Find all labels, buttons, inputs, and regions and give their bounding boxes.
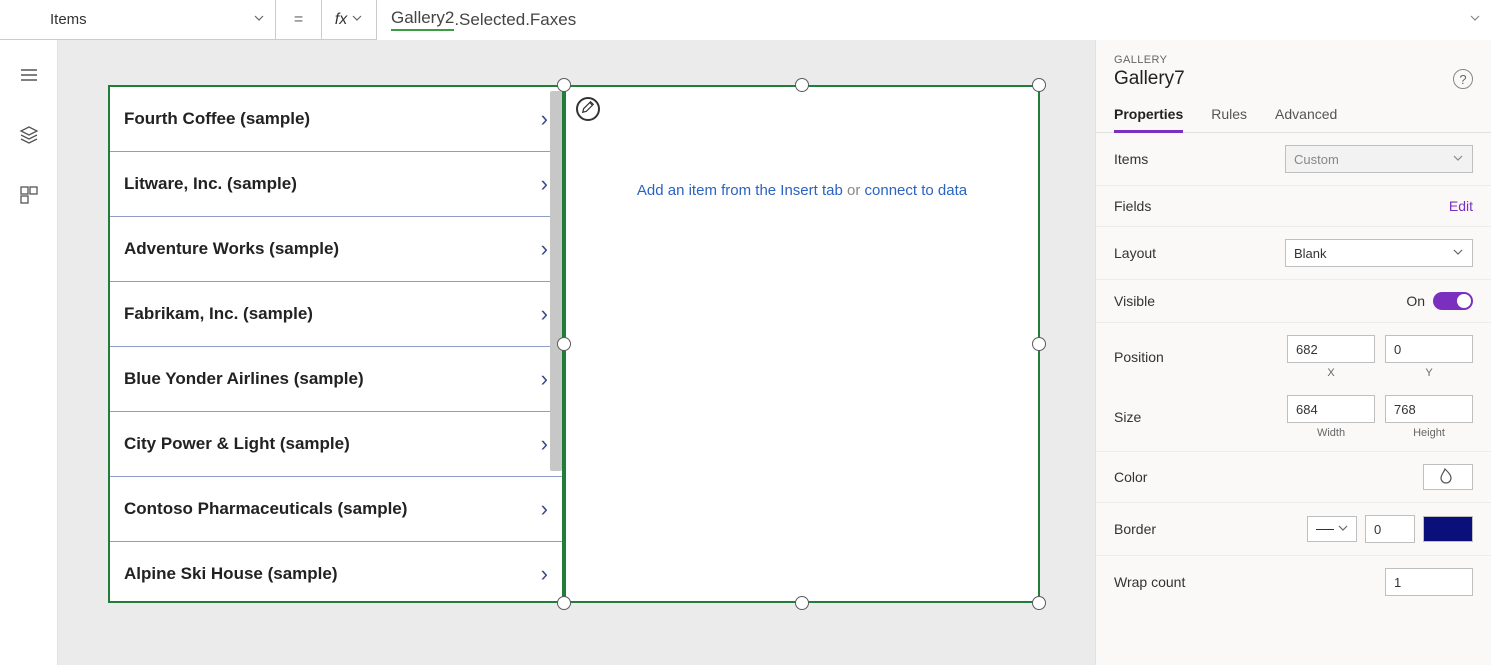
prop-wrap-row: Wrap count — [1096, 556, 1491, 608]
list-item[interactable]: Litware, Inc. (sample)› — [110, 152, 562, 217]
prop-layout-row: Layout Blank — [1096, 227, 1491, 280]
list-item[interactable]: Fourth Coffee (sample)› — [110, 87, 562, 152]
panel-section-label: GALLERY — [1096, 50, 1491, 66]
formula-input[interactable]: Gallery2.Selected.Faxes — [377, 0, 1491, 40]
chevron-right-icon: › — [541, 106, 548, 132]
selection-handle[interactable] — [557, 337, 571, 351]
main-area: Fourth Coffee (sample)› Litware, Inc. (s… — [0, 40, 1491, 665]
gallery7-selected[interactable]: Add an item from the Insert tab or conne… — [564, 85, 1040, 603]
canvas[interactable]: Fourth Coffee (sample)› Litware, Inc. (s… — [58, 40, 1095, 665]
prop-layout-label: Layout — [1114, 245, 1156, 261]
formula-token-rest: .Selected.Faxes — [454, 10, 576, 30]
left-rail — [0, 40, 58, 665]
pencil-icon — [581, 100, 595, 119]
property-selector-value: Items — [50, 11, 87, 28]
property-selector-dropdown[interactable]: Items — [36, 0, 276, 40]
selection-handle[interactable] — [1032, 596, 1046, 610]
list-item[interactable]: Adventure Works (sample)› — [110, 217, 562, 282]
help-icon[interactable]: ? — [1453, 69, 1473, 89]
hamburger-icon[interactable] — [16, 62, 42, 88]
prop-fields-row: Fields Edit — [1096, 186, 1491, 227]
chevron-right-icon: › — [541, 301, 548, 327]
border-color-swatch[interactable] — [1423, 516, 1473, 542]
prop-border-row: Border — [1096, 503, 1491, 556]
no-fill-icon — [1439, 467, 1457, 488]
list-item[interactable]: Alpine Ski House (sample)› — [110, 542, 562, 603]
prop-size-label: Size — [1114, 409, 1141, 425]
prop-color-row: Color — [1096, 452, 1491, 503]
fields-edit-link[interactable]: Edit — [1449, 198, 1473, 214]
chevron-down-icon[interactable] — [1469, 12, 1481, 27]
tab-advanced[interactable]: Advanced — [1275, 98, 1337, 132]
tab-properties[interactable]: Properties — [1114, 98, 1183, 132]
selection-handle[interactable] — [1032, 337, 1046, 351]
prop-items-row: Items Custom — [1096, 133, 1491, 186]
chevron-right-icon: › — [541, 171, 548, 197]
prop-visible-row: Visible On — [1096, 280, 1491, 323]
list-item[interactable]: Fabrikam, Inc. (sample)› — [110, 282, 562, 347]
position-y-input[interactable] — [1385, 335, 1473, 363]
layout-dropdown[interactable]: Blank — [1285, 239, 1473, 267]
prop-items-label: Items — [1114, 151, 1148, 167]
line-icon — [1316, 529, 1334, 530]
items-dropdown[interactable]: Custom — [1285, 145, 1473, 173]
chevron-down-icon — [1452, 152, 1464, 167]
properties-panel: GALLERY Gallery7 ? Properties Rules Adva… — [1095, 40, 1491, 665]
selection-handle[interactable] — [557, 78, 571, 92]
prop-visible-label: Visible — [1114, 293, 1155, 309]
equals-label: = — [276, 11, 321, 29]
chevron-right-icon: › — [541, 236, 548, 262]
chevron-down-icon — [1452, 246, 1464, 261]
prop-position-row: Position X Y — [1096, 323, 1491, 383]
border-width-input[interactable] — [1365, 515, 1415, 543]
scrollbar[interactable] — [550, 91, 562, 471]
edit-template-button[interactable] — [576, 97, 600, 121]
visible-toggle[interactable] — [1433, 292, 1473, 310]
list-item[interactable]: Blue Yonder Airlines (sample)› — [110, 347, 562, 412]
chevron-right-icon: › — [541, 431, 548, 457]
selection-handle[interactable] — [795, 596, 809, 610]
prop-size-row: Size Width Height — [1096, 383, 1491, 452]
size-width-input[interactable] — [1287, 395, 1375, 423]
position-x-input[interactable] — [1287, 335, 1375, 363]
chevron-right-icon: › — [541, 366, 548, 392]
prop-color-label: Color — [1114, 469, 1147, 485]
selection-handle[interactable] — [795, 78, 809, 92]
components-icon[interactable] — [16, 182, 42, 208]
connect-data-link[interactable]: connect to data — [865, 182, 968, 199]
canvas-content: Fourth Coffee (sample)› Litware, Inc. (s… — [108, 85, 1048, 605]
fx-button[interactable]: fx — [321, 0, 377, 40]
list-item[interactable]: Contoso Pharmaceuticals (sample)› — [110, 477, 562, 542]
list-item[interactable]: City Power & Light (sample)› — [110, 412, 562, 477]
formula-bar: Items = fx Gallery2.Selected.Faxes — [0, 0, 1491, 40]
formula-token-reference: Gallery2 — [391, 8, 454, 31]
chevron-down-icon — [253, 11, 265, 28]
chevron-down-icon — [351, 12, 363, 27]
border-style-dropdown[interactable] — [1307, 516, 1357, 542]
chevron-right-icon: › — [541, 496, 548, 522]
size-height-input[interactable] — [1385, 395, 1473, 423]
empty-gallery-hint: Add an item from the Insert tab or conne… — [637, 182, 967, 601]
panel-control-name: Gallery7 — [1114, 68, 1185, 90]
prop-border-label: Border — [1114, 521, 1156, 537]
prop-position-label: Position — [1114, 349, 1164, 365]
insert-item-link[interactable]: Add an item from the Insert tab — [637, 182, 843, 199]
selection-handle[interactable] — [1032, 78, 1046, 92]
panel-tabs: Properties Rules Advanced — [1096, 98, 1491, 133]
visible-state-text: On — [1406, 293, 1425, 309]
prop-wrap-label: Wrap count — [1114, 574, 1185, 590]
chevron-down-icon — [1337, 522, 1349, 537]
chevron-right-icon: › — [541, 561, 548, 587]
prop-fields-label: Fields — [1114, 198, 1151, 214]
layers-icon[interactable] — [16, 122, 42, 148]
gallery2-list[interactable]: Fourth Coffee (sample)› Litware, Inc. (s… — [108, 85, 564, 603]
selection-handle[interactable] — [557, 596, 571, 610]
color-swatch[interactable] — [1423, 464, 1473, 490]
fx-label: fx — [335, 11, 347, 29]
wrap-count-input[interactable] — [1385, 568, 1473, 596]
tab-rules[interactable]: Rules — [1211, 98, 1247, 132]
